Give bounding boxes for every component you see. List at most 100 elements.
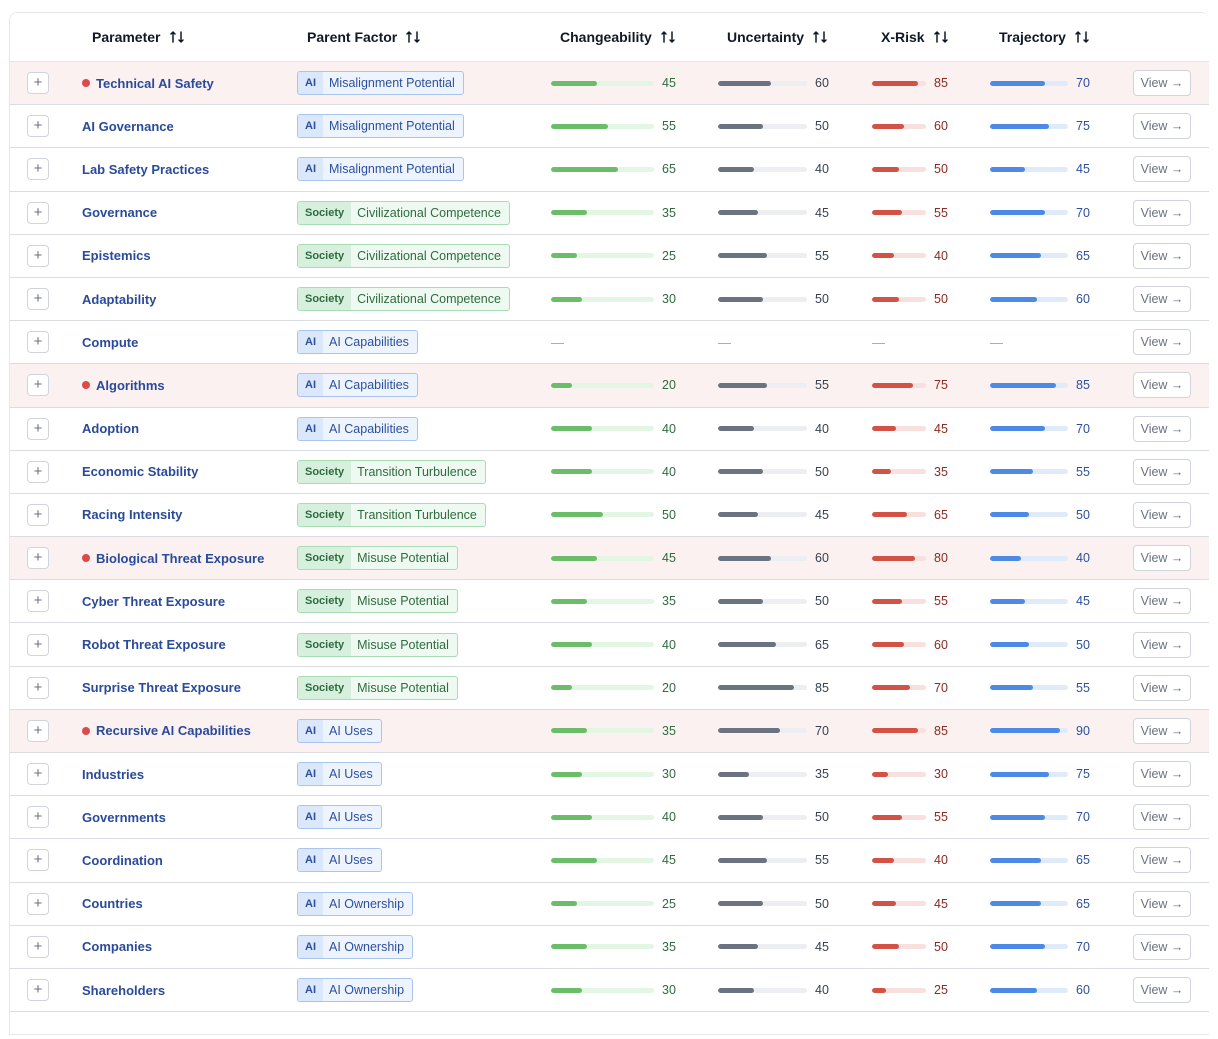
column-header-changeability[interactable]: Changeability <box>560 13 676 61</box>
expand-button[interactable]: + <box>27 676 49 699</box>
expand-button[interactable]: + <box>27 633 49 656</box>
expand-button[interactable]: + <box>27 719 49 742</box>
parameter-link[interactable]: Robot Threat Exposure <box>82 637 226 652</box>
table-row[interactable]: + Companies AI AI Ownership 35 45 50 70 View → <box>10 926 1209 969</box>
expand-button[interactable]: + <box>27 590 49 613</box>
parent-factor-badge[interactable]: AI AI Ownership <box>297 891 414 916</box>
view-button[interactable]: View → <box>1133 761 1191 788</box>
parameter-link[interactable]: Biological Threat Exposure <box>96 551 264 566</box>
view-button[interactable]: View → <box>1133 674 1191 701</box>
view-button[interactable]: View → <box>1133 977 1191 1004</box>
view-button[interactable]: View → <box>1133 545 1191 572</box>
parameter-link[interactable]: AI Governance <box>82 119 174 134</box>
parent-factor-badge[interactable]: AI AI Ownership <box>297 978 414 1003</box>
table-row[interactable]: + Racing Intensity Society Transition Turbu… <box>10 494 1209 538</box>
parent-factor-badge[interactable]: Society Transition Turbulence <box>297 502 486 527</box>
view-button[interactable]: View → <box>1133 933 1191 960</box>
view-button[interactable]: View → <box>1133 501 1191 528</box>
expand-button[interactable]: + <box>27 115 49 138</box>
view-button[interactable]: View → <box>1133 113 1191 140</box>
view-button[interactable]: View → <box>1133 70 1191 97</box>
table-row[interactable]: + AI Governance AI Misalignment Potential 55… <box>10 105 1209 149</box>
view-button[interactable]: View → <box>1133 588 1191 615</box>
table-row[interactable]: + Adoption AI AI Capabilities 40 40 45 70 View → <box>10 408 1209 451</box>
parent-factor-badge[interactable]: AI Misalignment Potential <box>297 157 464 182</box>
parameter-link[interactable]: Epistemics <box>82 248 151 263</box>
expand-button[interactable]: + <box>27 158 49 181</box>
view-button[interactable]: View → <box>1133 717 1191 744</box>
table-row[interactable]: + Countries AI AI Ownership 25 50 45 65 View → <box>10 883 1209 926</box>
parent-factor-badge[interactable]: Society Civilizational Competence <box>297 243 510 268</box>
table-row[interactable]: + Adaptability Society Civilizational Compe… <box>10 278 1209 322</box>
expand-button[interactable]: + <box>27 288 49 311</box>
expand-button[interactable]: + <box>27 849 49 872</box>
expand-button[interactable]: + <box>27 935 49 958</box>
table-row[interactable]: + Shareholders AI AI Ownership 30 40 25 60 View … <box>10 969 1209 1013</box>
parameter-link[interactable]: Adaptability <box>82 292 156 307</box>
expand-button[interactable]: + <box>27 417 49 440</box>
parent-factor-badge[interactable]: AI Misalignment Potential <box>297 114 464 139</box>
table-row[interactable]: + Governments AI AI Uses 40 50 55 70 View → <box>10 796 1209 840</box>
expand-button[interactable]: + <box>27 72 49 95</box>
table-row[interactable]: + Economic Stability Society Transition Tur… <box>10 451 1209 494</box>
sort-icon[interactable] <box>1074 29 1090 45</box>
table-row[interactable]: + Governance Society Civilizational Compete… <box>10 192 1209 235</box>
view-button[interactable]: View → <box>1133 329 1191 356</box>
expand-button[interactable]: + <box>27 244 49 267</box>
parameter-link[interactable]: Adoption <box>82 421 139 436</box>
parameter-link[interactable]: Recursive AI Capabilities <box>96 723 251 738</box>
column-header-uncertainty[interactable]: Uncertainty <box>727 13 828 61</box>
sort-icon[interactable] <box>812 29 828 45</box>
sort-icon[interactable] <box>405 29 421 45</box>
table-row[interactable]: + Industries AI AI Uses 30 35 30 75 View → <box>10 753 1209 797</box>
expand-button[interactable]: + <box>27 547 49 570</box>
sort-icon[interactable] <box>660 29 676 45</box>
expand-button[interactable]: + <box>27 331 49 354</box>
parent-factor-badge[interactable]: AI AI Capabilities <box>297 330 418 355</box>
parent-factor-badge[interactable]: Society Misuse Potential <box>297 632 458 657</box>
parameter-link[interactable]: Economic Stability <box>82 464 198 479</box>
parent-factor-badge[interactable]: Society Civilizational Competence <box>297 200 510 225</box>
parent-factor-badge[interactable]: AI AI Capabilities <box>297 373 418 398</box>
table-row[interactable]: + Technical AI Safety AI Misalignment Poten… <box>10 62 1209 106</box>
view-button[interactable]: View → <box>1133 199 1191 226</box>
parameter-link[interactable]: Shareholders <box>82 983 165 998</box>
parameter-link[interactable]: Coordination <box>82 853 163 868</box>
parameter-link[interactable]: Countries <box>82 896 143 911</box>
column-header-parent-factor[interactable]: Parent Factor <box>307 13 421 61</box>
parameter-link[interactable]: Cyber Threat Exposure <box>82 594 225 609</box>
parent-factor-badge[interactable]: AI Misalignment Potential <box>297 71 464 96</box>
parent-factor-badge[interactable]: Society Civilizational Competence <box>297 287 510 312</box>
view-button[interactable]: View → <box>1133 458 1191 485</box>
parameter-link[interactable]: Racing Intensity <box>82 507 182 522</box>
parameter-link[interactable]: Governance <box>82 205 157 220</box>
table-row[interactable]: + Surprise Threat Exposure Society Misuse P… <box>10 667 1209 710</box>
expand-button[interactable]: + <box>27 374 49 397</box>
view-button[interactable]: View → <box>1133 804 1191 831</box>
column-header-xrisk[interactable]: X-Risk <box>881 13 949 61</box>
expand-button[interactable]: + <box>27 892 49 915</box>
expand-button[interactable]: + <box>27 763 49 786</box>
parent-factor-badge[interactable]: AI AI Uses <box>297 848 382 873</box>
parameter-link[interactable]: Companies <box>82 939 152 954</box>
parent-factor-badge[interactable]: AI AI Uses <box>297 805 382 830</box>
view-button[interactable]: View → <box>1133 286 1191 313</box>
expand-button[interactable]: + <box>27 806 49 829</box>
parent-factor-badge[interactable]: Society Misuse Potential <box>297 675 458 700</box>
view-button[interactable]: View → <box>1133 415 1191 442</box>
parent-factor-badge[interactable]: Society Misuse Potential <box>297 546 458 571</box>
parameter-link[interactable]: Surprise Threat Exposure <box>82 680 241 695</box>
parent-factor-badge[interactable]: Society Transition Turbulence <box>297 459 486 484</box>
table-row[interactable]: + Recursive AI Capabilities AI AI Uses 35 70 8… <box>10 709 1209 753</box>
parent-factor-badge[interactable]: AI AI Ownership <box>297 934 414 959</box>
expand-button[interactable]: + <box>27 979 49 1002</box>
parent-factor-badge[interactable]: AI AI Capabilities <box>297 416 418 441</box>
view-button[interactable]: View → <box>1133 847 1191 874</box>
table-row[interactable]: + Biological Threat Exposure Society Misuse… <box>10 537 1209 581</box>
column-header-parameter[interactable]: Parameter <box>92 13 185 61</box>
view-button[interactable]: View → <box>1133 156 1191 183</box>
table-row[interactable]: + Cyber Threat Exposure Society Misuse Pote… <box>10 580 1209 624</box>
view-button[interactable]: View → <box>1133 631 1191 658</box>
expand-button[interactable]: + <box>27 201 49 224</box>
parameter-link[interactable]: Algorithms <box>96 378 165 393</box>
